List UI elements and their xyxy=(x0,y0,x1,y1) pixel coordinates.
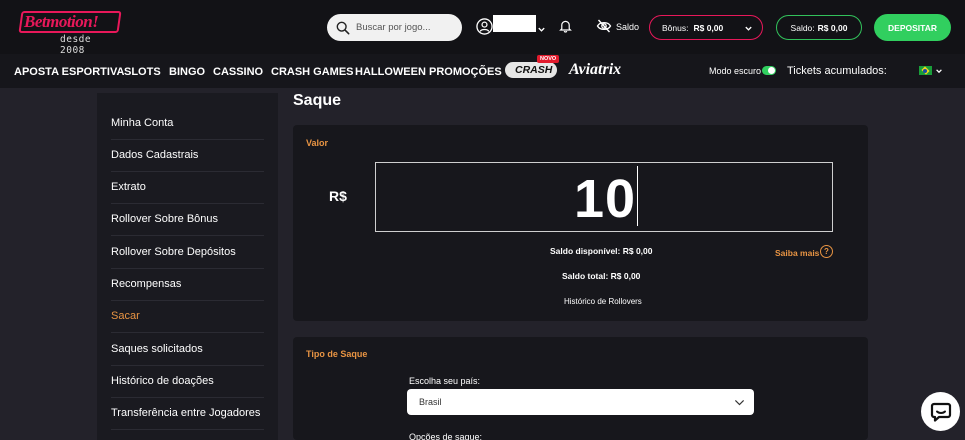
sidebar-item-historico-doacoes[interactable]: Histórico de doações xyxy=(111,375,214,387)
nav-aviatrix[interactable]: Aviatrix xyxy=(569,61,621,79)
ninja-crash-text: CRASH xyxy=(515,64,553,76)
eye-off-icon[interactable] xyxy=(596,18,612,34)
saiba-mais-link[interactable]: Saiba mais xyxy=(775,248,819,258)
sidebar-item-minha-conta[interactable]: Minha Conta xyxy=(111,117,173,129)
bonus-label: Bônus: xyxy=(662,22,689,33)
account-sidebar: Minha Conta Dados Cadastrais Extrato Rol… xyxy=(97,93,278,440)
divider xyxy=(111,300,264,301)
chevron-down-icon xyxy=(734,400,745,406)
bonus-balance-button[interactable]: Bônus: R$ 0,00 xyxy=(649,15,763,40)
logo-subtitle: desde 2008 xyxy=(60,34,92,56)
country-select[interactable]: Brasil xyxy=(407,389,754,415)
balance-visibility-label[interactable]: Saldo xyxy=(616,22,639,32)
valor-label: Valor xyxy=(306,138,329,148)
tipo-saque-label: Tipo de Saque xyxy=(306,349,368,359)
search-input[interactable]: Buscar por jogo... xyxy=(327,14,462,41)
divider xyxy=(111,268,264,269)
nav-halloween[interactable]: HALLOWEEN xyxy=(355,66,426,78)
divider xyxy=(111,235,264,236)
divider xyxy=(111,429,264,430)
divider xyxy=(111,397,264,398)
nav-cassino[interactable]: CASSINO xyxy=(213,66,263,78)
search-icon xyxy=(336,21,350,34)
sidebar-item-recompensas[interactable]: Recompensas xyxy=(111,278,181,290)
nav-ninja-crash[interactable]: CRASH NOVO xyxy=(505,55,560,80)
tickets-label: Tickets acumulados: xyxy=(787,65,887,77)
nav-crash-games[interactable]: CRASH GAMES xyxy=(271,66,354,78)
deposit-button[interactable]: DEPOSITAR xyxy=(874,14,951,41)
sidebar-item-dados-cadastrais[interactable]: Dados Cadastrais xyxy=(111,149,198,161)
saldo-label: Saldo: xyxy=(790,22,815,33)
sidebar-item-extrato[interactable]: Extrato xyxy=(111,181,146,193)
bonus-value: R$ 0,00 xyxy=(693,22,724,33)
text-caret xyxy=(637,166,638,226)
nav-bingo[interactable]: BINGO xyxy=(169,66,205,78)
username-redacted xyxy=(493,15,536,32)
chat-button[interactable] xyxy=(921,392,960,431)
page-title: Saque xyxy=(293,92,342,109)
country-label: Escolha seu país: xyxy=(409,376,481,386)
sidebar-item-rollover-depositos[interactable]: Rollover Sobre Depósitos xyxy=(111,246,236,258)
divider xyxy=(111,365,264,366)
bell-icon[interactable] xyxy=(559,19,572,33)
divider xyxy=(111,203,264,204)
amount-value: 10 xyxy=(574,169,637,229)
saldo-total: Saldo total: R$ 0,00 xyxy=(562,271,641,281)
logo-text: Betmotion! xyxy=(24,12,99,31)
brazil-flag-icon[interactable] xyxy=(919,66,932,75)
currency-symbol: R$ xyxy=(329,188,347,204)
main-nav: APOSTA ESPORTIVA SLOTS BINGO CASSINO CRA… xyxy=(0,54,965,88)
search-placeholder: Buscar por jogo... xyxy=(356,22,431,33)
chat-icon xyxy=(930,402,951,422)
saldo-value: R$ 0,00 xyxy=(817,22,848,33)
betmotion-logo[interactable]: Betmotion! desde 2008 xyxy=(18,11,122,56)
dark-mode-toggle[interactable] xyxy=(762,66,776,75)
divider xyxy=(111,139,264,140)
user-icon[interactable] xyxy=(476,18,493,35)
saldo-balance-button[interactable]: Saldo: R$ 0,00 xyxy=(776,15,862,40)
historico-rollovers-link[interactable]: Histórico de Rollovers xyxy=(564,297,642,306)
nav-promocoes[interactable]: PROMOÇÕES xyxy=(429,66,502,78)
divider xyxy=(111,332,264,333)
divider xyxy=(111,171,264,172)
country-value: Brasil xyxy=(419,397,442,407)
top-bar: Betmotion! desde 2008 Buscar por jogo...… xyxy=(0,0,965,56)
question-icon[interactable]: ? xyxy=(820,245,833,258)
chevron-down-icon xyxy=(745,26,752,31)
dark-mode-label: Modo escuro xyxy=(709,66,762,76)
sidebar-item-saques-solicitados[interactable]: Saques solicitados xyxy=(111,343,203,355)
saldo-disponivel: Saldo disponível: R$ 0,00 xyxy=(550,246,653,256)
sidebar-item-transferencia[interactable]: Transferência entre Jogadores xyxy=(111,407,260,419)
chevron-down-icon[interactable] xyxy=(935,67,943,75)
withdraw-options-label: Opções de saque: xyxy=(409,432,483,440)
sidebar-item-sacar[interactable]: Sacar xyxy=(111,310,140,322)
amount-input[interactable]: 10 xyxy=(375,162,833,232)
sidebar-item-rollover-bonus[interactable]: Rollover Sobre Bônus xyxy=(111,213,218,225)
nav-aposta-esportiva[interactable]: APOSTA ESPORTIVA xyxy=(14,66,124,78)
chevron-down-icon[interactable] xyxy=(537,25,546,34)
nav-slots[interactable]: SLOTS xyxy=(124,66,161,78)
new-badge: NOVO xyxy=(537,55,560,63)
